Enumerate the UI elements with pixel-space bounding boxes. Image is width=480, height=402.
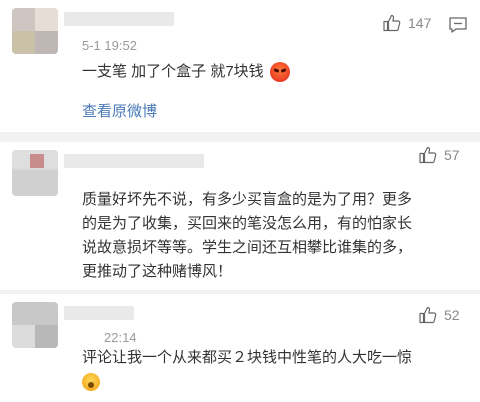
like-button[interactable]: 52 xyxy=(418,305,460,325)
thumbs-up-icon xyxy=(419,146,437,164)
shocked-face-icon xyxy=(82,373,100,391)
comment-text-line: 更推动了这种赌博风！ xyxy=(82,263,233,280)
like-count: 147 xyxy=(408,15,432,31)
comment-2: 质量好坏先不说，有多少买盲盒的是为了用？更多 的是为了收集，买回来的笔没怎么用，… xyxy=(0,132,480,292)
like-count: 57 xyxy=(444,147,460,163)
username-blurred[interactable] xyxy=(64,306,134,320)
comment-text-line: 的是为了收集，买回来的笔没怎么用，有的怕家长 xyxy=(82,215,413,232)
comment-text: 评论让我一个从来都买２块钱中性笔的人大吃一惊 xyxy=(82,346,412,394)
like-button[interactable]: 147 xyxy=(382,13,431,33)
angry-face-icon xyxy=(269,62,290,83)
comment-time: 22:14 xyxy=(104,330,137,345)
avatar[interactable] xyxy=(12,150,58,196)
comment-3: 22:14 评论让我一个从来都买２块钱中性笔的人大吃一惊 52 xyxy=(0,292,480,402)
like-count: 52 xyxy=(444,307,460,323)
avatar[interactable] xyxy=(12,8,58,54)
thumbs-up-icon xyxy=(383,14,401,32)
comment-text: 一支笔 加了个盒子 就7块钱 xyxy=(82,60,290,84)
like-button[interactable]: 57 xyxy=(418,145,460,165)
username-blurred[interactable] xyxy=(64,154,204,168)
username-blurred[interactable] xyxy=(64,12,174,26)
avatar[interactable] xyxy=(12,302,58,348)
comment-icon[interactable] xyxy=(448,16,468,34)
comment-text-line: 说故意损坏等等。学生之间还互相攀比谁集的多， xyxy=(82,239,413,256)
emoji-line xyxy=(82,370,412,394)
comment-time: 5-1 19:52 xyxy=(82,38,137,53)
comment-1: 5-1 19:52 一支笔 加了个盒子 就7块钱 查看原微博 147 xyxy=(0,0,480,132)
comment-text-content: 一支笔 加了个盒子 就7块钱 xyxy=(82,63,264,80)
view-original-link[interactable]: 查看原微博 xyxy=(82,100,157,121)
thumbs-up-icon xyxy=(419,306,437,324)
comment-text: 质量好坏先不说，有多少买盲盒的是为了用？更多 的是为了收集，买回来的笔没怎么用，… xyxy=(82,188,412,284)
comment-text-content: 评论让我一个从来都买２块钱中性笔的人大吃一惊 xyxy=(82,349,413,366)
comment-text-line: 质量好坏先不说，有多少买盲盒的是为了用？更多 xyxy=(82,191,413,208)
